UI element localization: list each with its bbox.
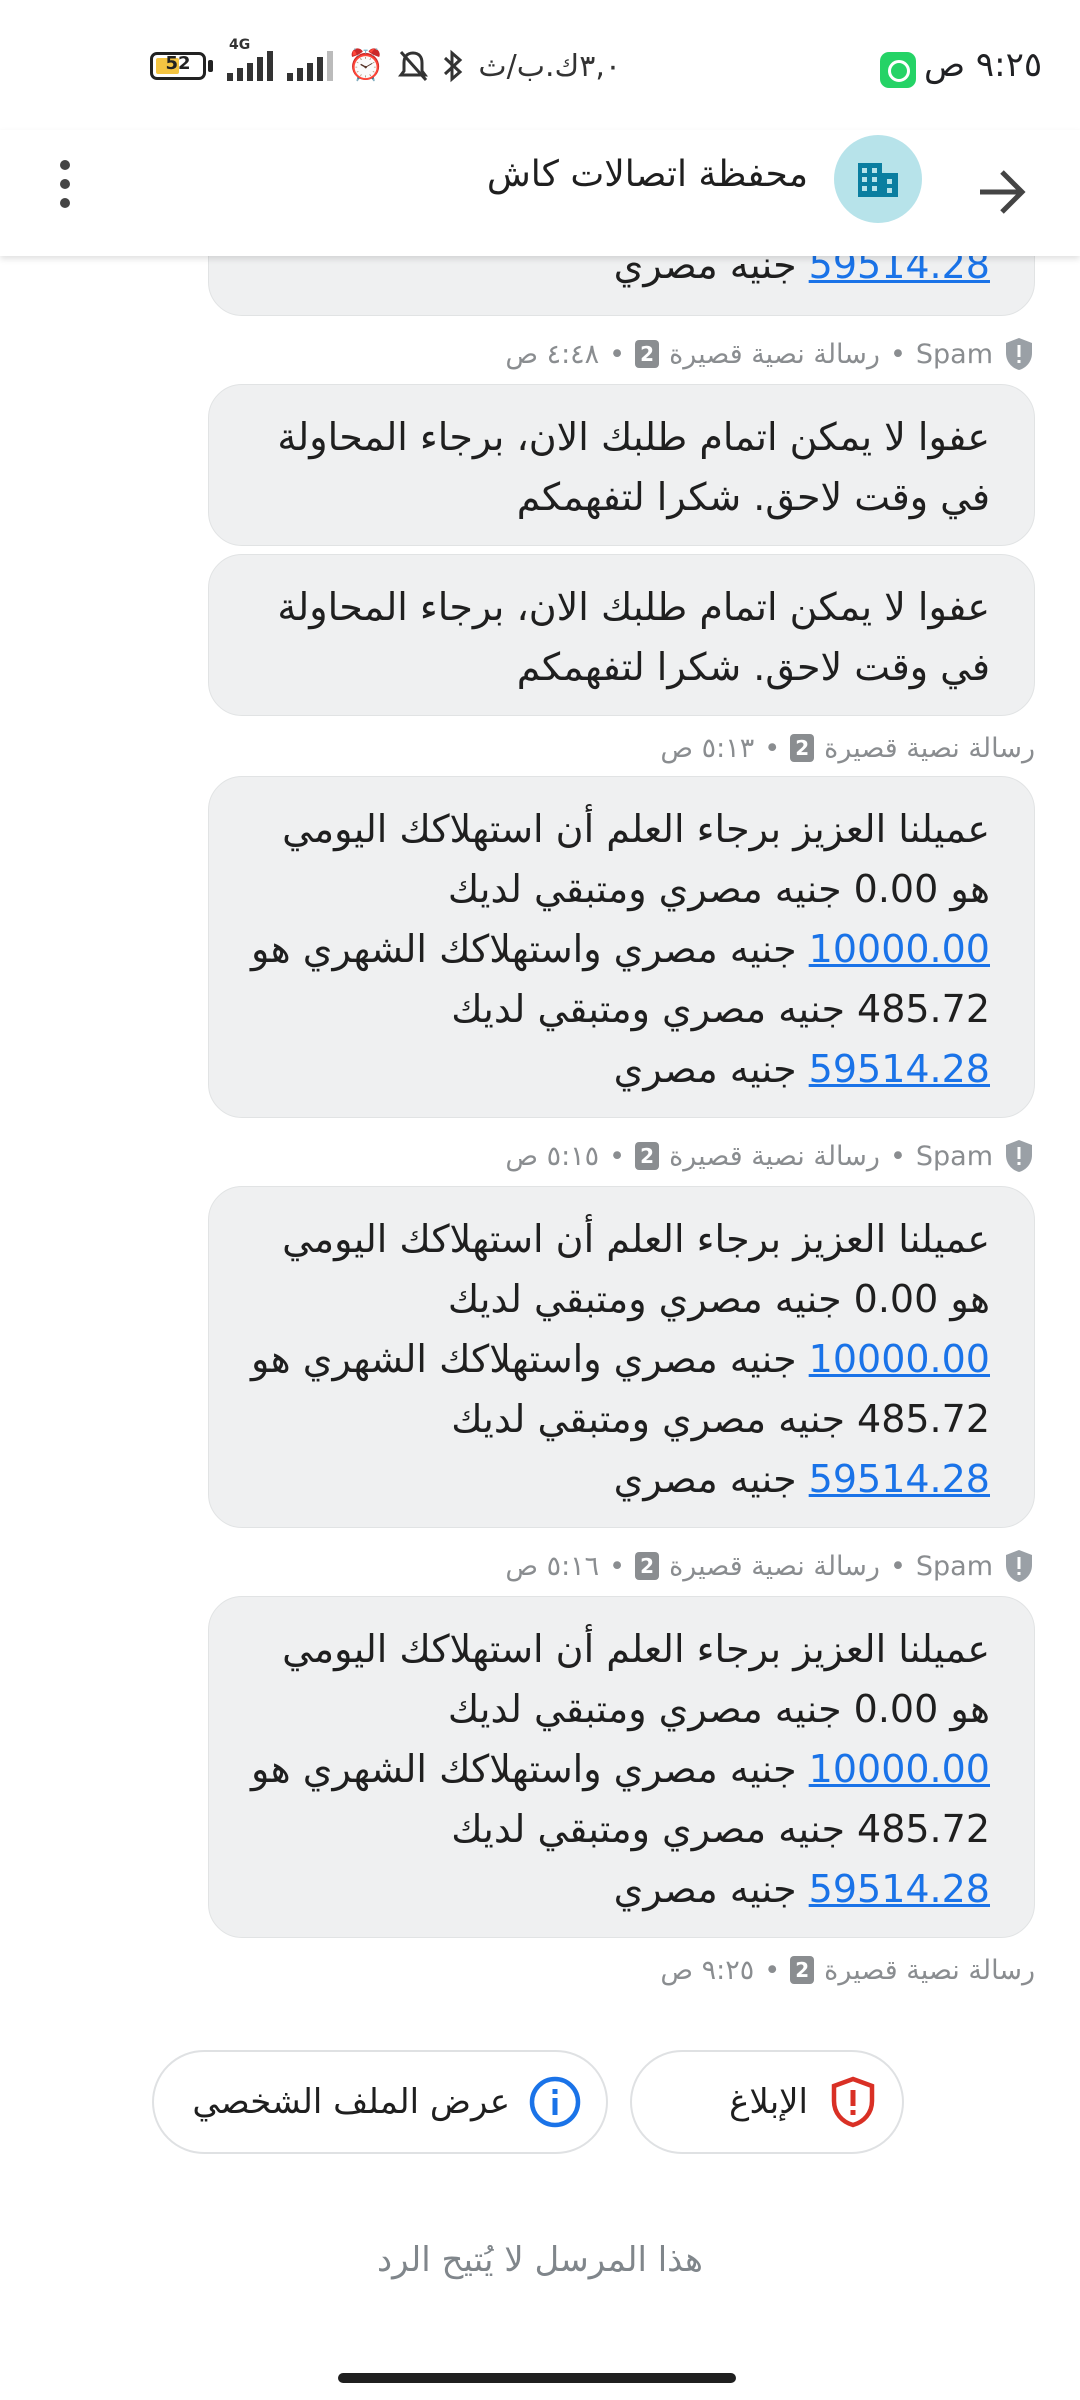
message-time: ٥:١٦ ص <box>505 1550 600 1582</box>
report-button[interactable]: الإبلاغ <box>630 2050 904 2154</box>
amount-link[interactable]: 10000.00 <box>809 1747 990 1791</box>
battery-cap <box>208 60 213 72</box>
home-indicator[interactable] <box>338 2373 736 2383</box>
sim-badge: 2 <box>635 340 660 368</box>
amount-link[interactable]: 59514.28 <box>809 1867 990 1911</box>
alarm-icon: ⏰ <box>347 48 385 83</box>
view-profile-button[interactable]: عرض الملف الشخصي <box>152 2050 608 2154</box>
spam-shield-icon <box>1006 1140 1032 1172</box>
sim-badge: 2 <box>790 1956 815 1984</box>
avatar[interactable] <box>834 135 922 223</box>
amount-link[interactable]: 59514.28 <box>809 1047 990 1091</box>
message-type: رسالة نصية قصيرة <box>669 1140 880 1172</box>
battery-level: 52 <box>165 53 191 74</box>
message-meta: Spam • رسالة نصية قصيرة 2 • ٤:٤٨ ص <box>505 334 1035 374</box>
status-bar: ٩:٢٥ ص 52 4G ⏰ ٣,٠ك.ب/ث <box>0 0 1080 130</box>
message-type: رسالة نصية قصيرة <box>669 338 880 370</box>
signal-icon <box>287 51 333 81</box>
info-icon <box>529 2076 581 2128</box>
message-time: ٩:٢٥ ص <box>660 1954 755 1986</box>
spam-label: Spam <box>915 1550 993 1582</box>
message-meta: رسالة نصية قصيرة 2 • ٩:٢٥ ص <box>660 1954 1035 1986</box>
message-meta: Spam • رسالة نصية قصيرة 2 • ٥:١٥ ص <box>505 1136 1035 1176</box>
message-meta: Spam • رسالة نصية قصيرة 2 • ٥:١٦ ص <box>505 1546 1035 1586</box>
signal-4g-icon: 4G <box>227 37 273 81</box>
message-meta: رسالة نصية قصيرة 2 • ٥:١٣ ص <box>660 732 1035 764</box>
message-type: رسالة نصية قصيرة <box>669 1550 880 1582</box>
spam-shield-icon <box>1006 338 1032 370</box>
battery-icon: 52 <box>150 52 206 80</box>
report-label: الإبلاغ <box>729 2082 808 2122</box>
building-icon <box>858 163 898 197</box>
message-type: رسالة نصية قصيرة <box>824 1954 1035 1986</box>
amount-link[interactable]: 59514.28 <box>809 1457 990 1501</box>
contact-name[interactable]: محفظة اتصالات كاش <box>487 154 808 195</box>
more-vertical-icon[interactable] <box>46 154 86 214</box>
message-bubble[interactable]: عميلنا العزيز برجاء العلم أن استهلاكك ال… <box>208 776 1035 1118</box>
mute-bell-icon <box>398 51 429 81</box>
message-bubble[interactable]: عميلنا العزيز برجاء العلم أن استهلاكك ال… <box>208 1596 1035 1938</box>
network-speed: ٣,٠ك.ب/ث <box>478 48 621 84</box>
whatsapp-icon <box>880 52 916 88</box>
spam-shield-icon <box>1006 1550 1032 1582</box>
message-bubble[interactable]: عفوا لا يمكن اتمام طلبك الان، برجاء المح… <box>208 384 1035 546</box>
network-type: 4G <box>229 37 251 53</box>
spam-label: Spam <box>915 338 993 370</box>
app-bar: محفظة اتصالات كاش <box>0 130 1080 256</box>
status-icons: 52 4G ⏰ ٣,٠ك.ب/ث <box>150 37 621 88</box>
message-bubble[interactable]: عميلنا العزيز برجاء العلم أن استهلاكك ال… <box>208 1186 1035 1528</box>
status-time: ٩:٢٥ ص <box>924 45 1043 85</box>
message-time: ٥:١٣ ص <box>660 732 755 764</box>
message-time: ٥:١٥ ص <box>505 1140 600 1172</box>
shield-alert-icon <box>831 2076 875 2128</box>
spam-label: Spam <box>915 1140 993 1172</box>
no-reply-notice: هذا المرسل لا يُتيح الرد <box>377 2240 703 2280</box>
sim-badge: 2 <box>635 1552 660 1580</box>
amount-link[interactable]: 10000.00 <box>809 1337 990 1381</box>
message-type: رسالة نصية قصيرة <box>824 732 1035 764</box>
sim-badge: 2 <box>635 1142 660 1170</box>
amount-link[interactable]: 10000.00 <box>809 927 990 971</box>
arrow-forward-icon[interactable] <box>970 160 1034 224</box>
sim-badge: 2 <box>790 734 815 762</box>
bluetooth-icon <box>444 49 463 83</box>
message-time: ٤:٤٨ ص <box>505 338 600 370</box>
view-profile-label: عرض الملف الشخصي <box>192 2082 510 2122</box>
message-bubble[interactable]: عفوا لا يمكن اتمام طلبك الان، برجاء المح… <box>208 554 1035 716</box>
